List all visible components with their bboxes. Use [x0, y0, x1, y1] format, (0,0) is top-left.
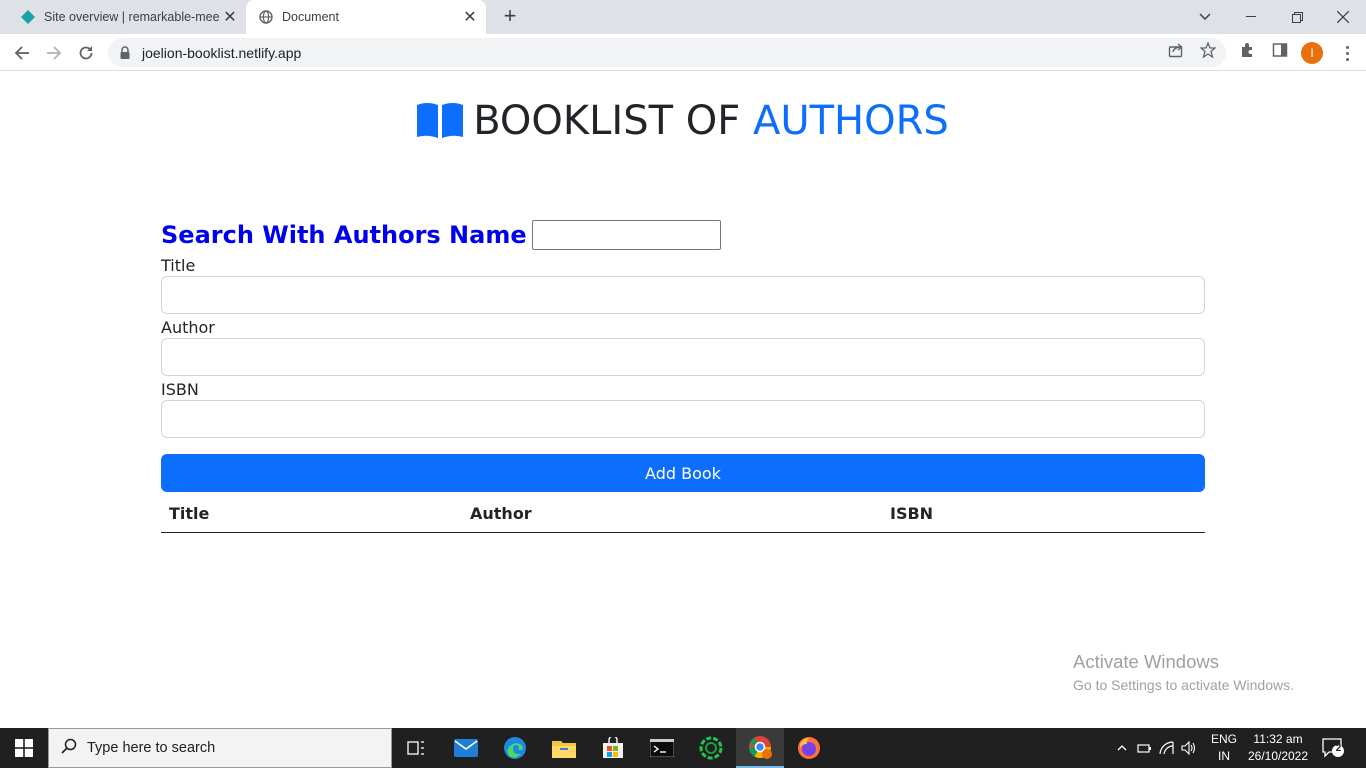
profile-avatar[interactable]: I: [1301, 42, 1323, 64]
forward-arrow-icon[interactable]: [41, 40, 67, 66]
tab-site-overview[interactable]: Site overview | remarkable-meerk ✕: [8, 0, 246, 34]
close-tab-icon[interactable]: ✕: [220, 7, 240, 27]
author-search-row: Search With Authors Name: [161, 220, 721, 250]
windows-start-icon[interactable]: [0, 728, 48, 768]
search-icon: [61, 738, 77, 758]
terminal-icon[interactable]: [638, 728, 686, 768]
reload-icon[interactable]: [73, 40, 99, 66]
column-header-author: Author: [470, 504, 532, 523]
open-book-icon: [417, 102, 464, 148]
add-book-button[interactable]: Add Book: [161, 454, 1205, 492]
tab-document[interactable]: Document ✕: [246, 0, 486, 34]
watermark-line-2: Go to Settings to activate Windows.: [1073, 677, 1294, 693]
author-input[interactable]: [161, 338, 1205, 376]
netlify-icon: [20, 9, 36, 25]
clock-time: 11:32 am: [1253, 732, 1303, 746]
browser-menu-icon[interactable]: [1340, 42, 1354, 64]
browser-tab-strip: Site overview | remarkable-meerk ✕ Docum…: [0, 0, 1366, 34]
volume-icon[interactable]: [1178, 741, 1200, 755]
taskbar-search-placeholder: Type here to search: [87, 740, 216, 756]
minimize-button[interactable]: [1228, 0, 1274, 34]
taskbar-search-box[interactable]: Type here to search: [48, 728, 392, 768]
file-explorer-icon[interactable]: [540, 728, 588, 768]
share-icon[interactable]: [1166, 40, 1186, 60]
lock-icon: [120, 46, 130, 59]
side-panel-icon[interactable]: [1270, 40, 1290, 60]
author-search-input[interactable]: [531, 220, 721, 250]
edge-browser-icon[interactable]: [491, 728, 539, 768]
tab-search-chevron-icon[interactable]: [1182, 0, 1228, 34]
browser-toolbar: joelion-booklist.netlify.app I: [0, 34, 1366, 71]
activate-windows-watermark: Activate Windows Go to Settings to activ…: [1073, 651, 1294, 693]
microsoft-store-icon[interactable]: [589, 728, 637, 768]
input-language[interactable]: ENG IN: [1208, 731, 1240, 765]
taskbar-clock[interactable]: 11:32 am 26/10/2022: [1242, 731, 1314, 765]
page-content: BOOKLIST OF AUTHORS Search With Authors …: [0, 72, 1366, 728]
url-text: joelion-booklist.netlify.app: [142, 44, 302, 61]
title-main-text: BOOKLIST OF: [473, 98, 741, 144]
book-table-header: Title Author ISBN: [161, 500, 1205, 533]
column-header-title: Title: [169, 504, 210, 523]
column-header-isbn: ISBN: [890, 504, 934, 523]
bookmark-star-icon[interactable]: [1198, 40, 1218, 60]
task-view-icon[interactable]: [392, 728, 440, 768]
address-bar[interactable]: joelion-booklist.netlify.app: [108, 38, 1226, 67]
network-icon[interactable]: [1156, 741, 1178, 755]
author-field-label: Author: [161, 318, 215, 337]
close-window-button[interactable]: [1320, 0, 1366, 34]
page-title: BOOKLIST OF AUTHORS: [0, 98, 1366, 148]
clock-date: 26/10/2022: [1247, 749, 1309, 763]
firefox-icon[interactable]: [785, 728, 833, 768]
restore-button[interactable]: [1274, 0, 1320, 34]
tab-title: Document: [282, 10, 339, 24]
system-tray: [1114, 728, 1200, 768]
green-app-icon[interactable]: [687, 728, 735, 768]
windows-taskbar: Type here to search ENG IN 11:32 am 26/1…: [0, 728, 1366, 768]
watermark-line-1: Activate Windows: [1073, 651, 1219, 672]
notification-center-icon[interactable]: 2: [1322, 738, 1346, 760]
close-tab-icon[interactable]: ✕: [460, 7, 480, 27]
tab-title: Site overview | remarkable-meerk: [44, 10, 220, 24]
mail-icon[interactable]: [442, 728, 490, 768]
extensions-puzzle-icon[interactable]: [1238, 40, 1258, 60]
title-accent-text: AUTHORS: [752, 98, 949, 144]
title-input[interactable]: [161, 276, 1205, 314]
new-tab-button[interactable]: +: [498, 5, 522, 29]
notification-count: 2: [1335, 743, 1342, 754]
title-field-label: Title: [161, 256, 196, 275]
globe-icon: [258, 9, 274, 25]
search-label: Search With Authors Name: [161, 221, 527, 249]
battery-icon[interactable]: [1134, 742, 1156, 754]
language-code: ENG: [1210, 732, 1237, 746]
show-hidden-icons-chevron-icon[interactable]: [1114, 745, 1130, 751]
chrome-icon[interactable]: [736, 728, 784, 768]
back-arrow-icon[interactable]: [9, 40, 35, 66]
isbn-field-label: ISBN: [161, 380, 199, 399]
isbn-input[interactable]: [161, 400, 1205, 438]
region-code: IN: [1218, 749, 1230, 763]
